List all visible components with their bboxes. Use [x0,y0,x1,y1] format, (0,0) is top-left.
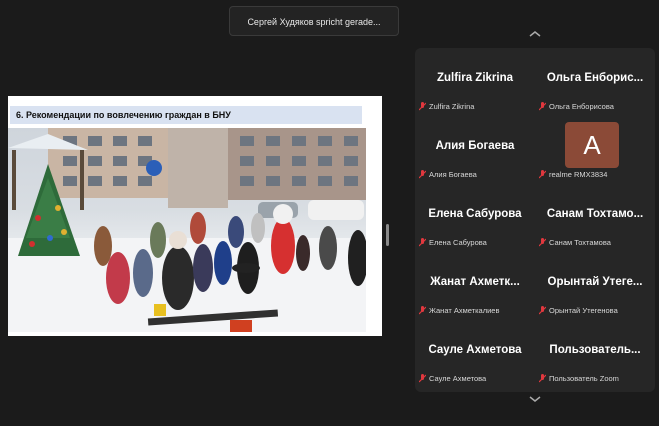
mic-muted-icon [539,169,547,179]
participant-name: Пользователь... [549,344,641,356]
chevron-down-icon[interactable] [525,392,545,406]
participant-name: Елена Сабурова [428,208,522,220]
active-speaker-banner: Сергей Худяков spricht gerade... [229,6,399,36]
participant-label: Ольга Енборисова [539,101,651,113]
participant-tile[interactable]: A realme RMX3834 [535,118,655,186]
mic-muted-icon [539,305,547,315]
participant-label: realme RMX3834 [539,169,651,181]
participant-tile[interactable]: Сауле Ахметова Сауле Ахметова [415,322,535,390]
resize-handle[interactable] [386,224,389,246]
mic-muted-icon [419,169,427,179]
participant-tile[interactable]: Санам Тохтамо... Санам Тохтамова [535,186,655,254]
participant-tile[interactable]: Ольга Енборис... Ольга Енборисова [535,50,655,118]
participant-tile[interactable]: Алия Богаева Алия Богаева [415,118,535,186]
participant-label: Жанат Ахметкалиев [419,305,531,317]
participant-tile[interactable]: Жанат Ахметк... Жанат Ахметкалиев [415,254,535,322]
participant-tile[interactable]: Пользователь... Пользователь Zoom [535,322,655,390]
participant-label: Елена Сабурова [419,237,531,249]
mic-muted-icon [419,305,427,315]
participant-label: Орынтай Утегенова [539,305,651,317]
mic-muted-icon [539,373,547,383]
participant-name: Zulfira Zikrina [436,72,514,84]
mic-muted-icon [539,237,547,247]
mic-muted-icon [419,101,427,111]
shared-screen[interactable]: 6. Рекомендации по вовлечению граждан в … [8,96,382,336]
zoom-meeting-window: Сергей Худяков spricht gerade... 6. Реко… [0,0,659,426]
mic-muted-icon [419,373,427,383]
mic-muted-icon [539,101,547,111]
participant-name: Санам Тохтамо... [546,208,644,220]
chevron-up-icon[interactable] [525,27,545,41]
participant-name: Ольга Енборис... [546,72,644,84]
participant-label: Алия Богаева [419,169,531,181]
participant-name: Алия Богаева [435,140,515,152]
participant-label: Zulfira Zikrina [419,101,531,113]
mic-muted-icon [419,237,427,247]
participant-label: Пользователь Zoom [539,373,651,385]
slide-title: 6. Рекомендации по вовлечению граждан в … [10,106,362,124]
participant-label: Санам Тохтамова [539,237,651,249]
participant-tile[interactable]: Орынтай Утеге... Орынтай Утегенова [535,254,655,322]
participant-tile[interactable]: Елена Сабурова Елена Сабурова [415,186,535,254]
winter-playground-photo [8,128,366,332]
participant-name: Сауле Ахметова [428,344,522,356]
participants-panel: Zulfira Zikrina Zulfira Zikrina Ольга Ен… [415,48,655,392]
avatar: A [565,122,619,168]
participant-name: Жанат Ахметк... [430,276,520,288]
participant-label: Сауле Ахметова [419,373,531,385]
participant-name: Орынтай Утеге... [547,276,643,288]
participant-tile[interactable]: Zulfira Zikrina Zulfira Zikrina [415,50,535,118]
slide-photo [8,128,366,332]
